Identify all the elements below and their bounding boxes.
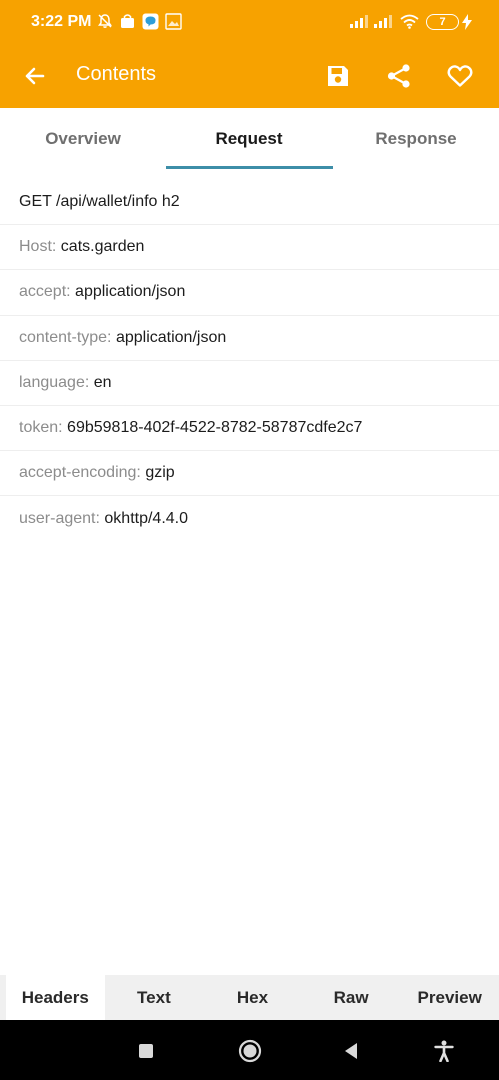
header-key: Host: bbox=[19, 238, 57, 256]
battery-level: 7 bbox=[439, 16, 446, 28]
nav-back-button[interactable] bbox=[336, 1036, 366, 1066]
header-row: content-type: application/json bbox=[0, 316, 499, 361]
tab-text[interactable]: Text bbox=[105, 975, 204, 1020]
charging-icon bbox=[462, 14, 472, 30]
signal-icon bbox=[374, 15, 392, 28]
status-bar: 3:22 PM 7 bbox=[0, 0, 499, 44]
save-button[interactable] bbox=[320, 58, 356, 94]
header-key: accept-encoding: bbox=[19, 464, 141, 482]
tab-hex[interactable]: Hex bbox=[203, 975, 302, 1020]
header-row: accept: application/json bbox=[0, 270, 499, 316]
accessibility-icon bbox=[434, 1040, 454, 1062]
header-value: application/json bbox=[115, 328, 227, 346]
header-value: application/json bbox=[75, 283, 186, 301]
accessibility-button[interactable] bbox=[429, 1036, 459, 1066]
navigation-bar bbox=[0, 1020, 499, 1080]
share-button[interactable] bbox=[381, 58, 417, 94]
active-tab-indicator bbox=[166, 166, 333, 169]
status-time: 3:22 PM bbox=[31, 13, 92, 30]
header-row: Host: cats.garden bbox=[0, 225, 499, 271]
back-triangle-icon bbox=[345, 1043, 357, 1059]
header-value: cats.garden bbox=[60, 238, 145, 256]
header-key: token: bbox=[19, 419, 63, 437]
header-row: accept-encoding: gzip bbox=[0, 451, 499, 497]
page-title: Contents bbox=[76, 63, 157, 85]
shopping-bag-icon bbox=[121, 14, 134, 28]
signal-icon bbox=[350, 15, 368, 28]
home-button[interactable] bbox=[235, 1036, 265, 1066]
header-value: gzip bbox=[145, 464, 175, 482]
wifi-icon bbox=[400, 14, 419, 29]
tab-request[interactable]: Request bbox=[166, 108, 332, 169]
recents-button[interactable] bbox=[131, 1036, 161, 1066]
share-icon bbox=[387, 64, 410, 88]
tab-headers[interactable]: Headers bbox=[6, 975, 105, 1020]
request-headers-list: GET /api/wallet/info h2 Host: cats.garde… bbox=[0, 180, 499, 542]
header-key: content-type: bbox=[19, 328, 112, 346]
recents-square-icon bbox=[139, 1044, 153, 1058]
save-icon bbox=[328, 66, 348, 86]
header-row: language: en bbox=[0, 361, 499, 406]
home-circle-icon bbox=[238, 1039, 262, 1063]
header-key: language: bbox=[19, 373, 90, 391]
request-line: GET /api/wallet/info h2 bbox=[0, 180, 499, 226]
header-value: en bbox=[93, 373, 112, 391]
header-value: 69b59818-402f-4522-8782-58787cdfe2c7 bbox=[67, 419, 363, 437]
battery-icon: 7 bbox=[426, 14, 459, 30]
app-bar: 3:22 PM 7 Contents bbox=[0, 0, 499, 108]
back-button[interactable] bbox=[17, 58, 53, 94]
tab-response[interactable]: Response bbox=[333, 108, 499, 169]
heart-icon bbox=[447, 65, 473, 87]
favorite-button[interactable] bbox=[442, 58, 478, 94]
tab-raw[interactable]: Raw bbox=[302, 975, 401, 1020]
back-arrow-icon bbox=[25, 67, 45, 85]
tab-preview[interactable]: Preview bbox=[400, 975, 499, 1020]
chat-app-icon bbox=[142, 13, 159, 30]
header-row: user-agent: okhttp/4.4.0 bbox=[0, 496, 499, 541]
tab-bar: Overview Request Response bbox=[0, 108, 499, 169]
header-key: user-agent: bbox=[19, 509, 100, 527]
request-line-text: GET /api/wallet/info h2 bbox=[19, 193, 180, 211]
tab-overview[interactable]: Overview bbox=[0, 108, 166, 169]
bell-off-icon bbox=[98, 14, 112, 28]
image-icon bbox=[165, 13, 182, 30]
header-row: token: 69b59818-402f-4522-8782-58787cdfe… bbox=[0, 406, 499, 452]
bottom-tab-bar: Headers Text Hex Raw Preview bbox=[0, 975, 499, 1020]
toolbar: Contents bbox=[0, 44, 499, 108]
header-value: okhttp/4.4.0 bbox=[104, 509, 189, 527]
header-key: accept: bbox=[19, 283, 71, 301]
